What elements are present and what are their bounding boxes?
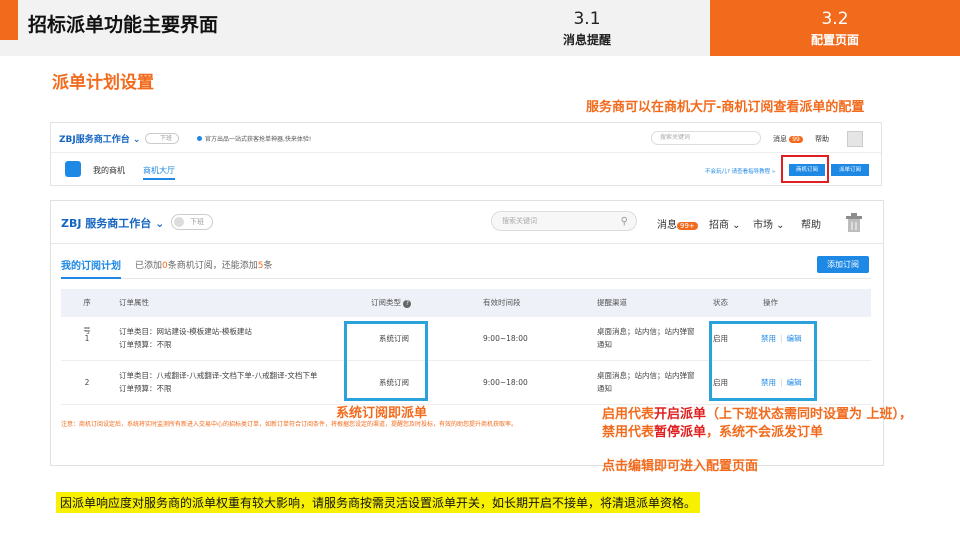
mini-help-link[interactable]: 帮助: [815, 134, 829, 144]
mini-tutorial-hint[interactable]: 不会玩儿? 请查看指导教程 »: [705, 167, 775, 175]
row-no: 1: [84, 334, 90, 343]
row-order-attr: 订单类目：网站建设-模板建站-模板建站 订单预算：不限: [119, 327, 252, 349]
mini-brand[interactable]: ZBJ服务商工作台 ⌄: [59, 132, 140, 145]
messages-link[interactable]: 消息 99+: [657, 216, 698, 231]
col-time: 有效时间段: [483, 298, 521, 307]
row-time: 9:00~18:00: [483, 378, 528, 387]
workbench-brand[interactable]: ZBJ 服务商工作台 ⌄: [61, 215, 164, 231]
tab-message-reminder[interactable]: 3.1 消息提醒: [462, 0, 712, 56]
col-order-attr: 订单属性: [119, 298, 149, 307]
annotation-edit: 点击编辑即可进入配置页面: [602, 459, 759, 474]
logo-icon: [65, 161, 81, 177]
help-link[interactable]: 帮助: [801, 216, 821, 231]
row-channel: 桌面消息；站内信；站内弹窗 通知: [597, 327, 695, 349]
row-no: 2: [84, 378, 90, 387]
header-accent-bar: [0, 0, 18, 40]
section-title: 派单计划设置: [52, 73, 154, 93]
avatar[interactable]: [845, 213, 863, 233]
top-annotation: 服务商可以在商机大厅-商机订阅查看派单的配置: [586, 100, 865, 115]
tab-config-page[interactable]: 3.2 配置页面: [710, 0, 960, 56]
toggle-knob: [174, 217, 184, 227]
tab-my-subscription-plan[interactable]: 我的订阅计划: [61, 257, 121, 279]
mini-workbench-screenshot: ZBJ服务商工作台 ⌄ 下班 官方出品一站式获客抢单神器,快来体验! 搜索关键词…: [50, 122, 882, 186]
help-icon[interactable]: ?: [403, 300, 412, 308]
bidding-menu[interactable]: 招商 ⌄: [709, 216, 741, 231]
mini-notice-text: 官方出品一站式获客抢单神器,快来体验!: [205, 136, 312, 143]
messages-badge: 99+: [677, 222, 698, 230]
mini-messages[interactable]: 消息 99: [773, 134, 803, 144]
tab-label: 配置页面: [810, 33, 859, 47]
mini-header: ZBJ服务商工作台 ⌄ 下班 官方出品一站式获客抢单神器,快来体验! 搜索关键词…: [51, 123, 881, 153]
bottom-note: 因派单响应度对服务商的派单权重有较大影响，请服务商按需灵活设置派单开关，如长期开…: [56, 492, 701, 513]
slide-header: 招标派单功能主要界面 3.1 消息提醒 3.2 配置页面: [0, 0, 960, 56]
row-order-attr: 订单类目：八戒翻译-八戒翻译-文档下单-八戒翻译-文档下单 订单预算：不限: [119, 371, 318, 393]
messages-label: 消息: [657, 220, 677, 231]
mini-search-input[interactable]: 搜索关键词: [651, 131, 761, 145]
tab-label: 消息提醒: [562, 33, 611, 47]
col-operation: 操作: [763, 298, 778, 307]
mini-dispatch-button[interactable]: 派单订阅: [831, 164, 869, 176]
status-op-highlight-box: [709, 321, 817, 401]
col-sub-type: 订阅类型 ?: [371, 289, 412, 317]
slide-title: 招标派单功能主要界面: [28, 14, 219, 36]
work-status-toggle[interactable]: 下班: [171, 214, 213, 230]
mini-tab-my-opportunities[interactable]: 我的商机: [93, 165, 125, 176]
avatar[interactable]: [847, 131, 863, 147]
row-time: 9:00~18:00: [483, 334, 528, 343]
plan-tabbar: 我的订阅计划 已添加0条商机订阅，还能添加5条: [61, 255, 871, 279]
type-highlight-box: [344, 321, 428, 401]
annotation-system-sub: 系统订阅即派单: [336, 406, 428, 421]
tab-number: 3.2: [821, 9, 849, 29]
tab-number: 3.1: [573, 9, 601, 29]
toggle-label: 下班: [190, 218, 204, 226]
mini-work-toggle[interactable]: 下班: [145, 133, 179, 144]
annotation-enable: 启用代表开启派单（上下班状态需同时设置为 上班），: [602, 407, 913, 422]
red-highlight-box: [781, 155, 829, 183]
mini-msg-badge: 99: [789, 136, 803, 143]
add-subscription-button[interactable]: 添加订阅: [817, 256, 869, 273]
divider: [51, 243, 883, 244]
market-menu[interactable]: 市场 ⌄: [753, 216, 785, 231]
table-header: 序号 订单属性 订阅类型 ? 有效时间段 提醒渠道 状态 操作: [61, 289, 871, 335]
mini-notice[interactable]: 官方出品一站式获客抢单神器,快来体验!: [197, 134, 311, 143]
search-placeholder: 搜索关键词: [502, 217, 537, 225]
row-channel: 桌面消息；站内信；站内弹窗 通知: [597, 371, 695, 393]
table-footnote: 注意：商机订阅设定后，系统将实时监测所有新进入交易中心的招标类订单，如新订单符合…: [61, 421, 518, 428]
subscription-count-info: 已添加0条商机订阅，还能添加5条: [135, 261, 273, 271]
mini-tab-opportunity-hall[interactable]: 商机大厅: [143, 165, 175, 180]
mini-msg-label: 消息: [773, 135, 787, 143]
col-channel: 提醒渠道: [597, 298, 627, 307]
search-icon: ⚲: [620, 216, 628, 227]
search-input[interactable]: 搜索关键词 ⚲: [491, 211, 637, 231]
col-status: 状态: [713, 298, 728, 307]
annotation-disable: 禁用代表暂停派单，系统不会派发订单: [602, 425, 824, 440]
dot-icon: [197, 136, 202, 141]
